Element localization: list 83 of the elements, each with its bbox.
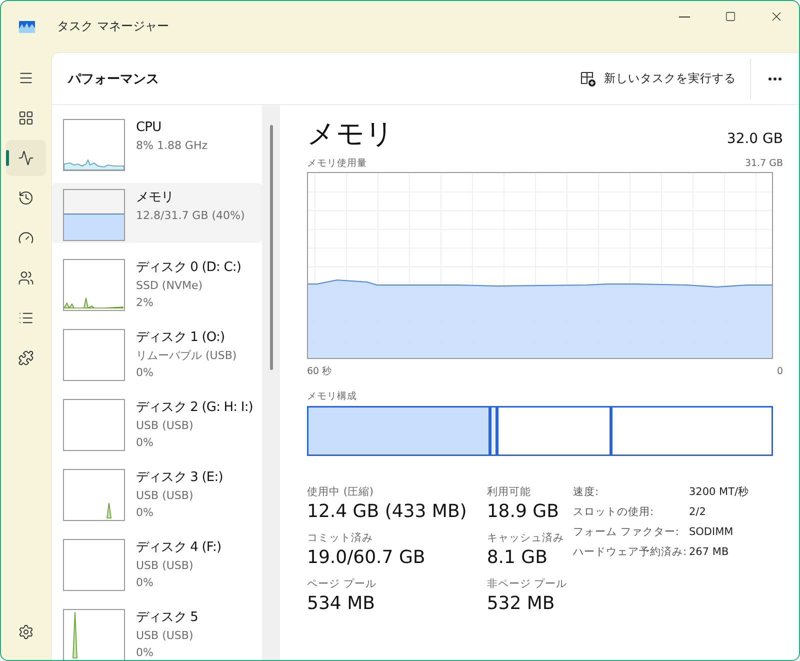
device-usage: 0% [136,435,154,450]
device-name: CPU [136,119,162,136]
graph-max: 31.7 GB [744,157,783,170]
disk-graph [63,399,125,451]
run-task-button[interactable]: 新しいタスクを実行する [570,60,746,96]
history-icon [18,190,34,206]
graph-time-end: 0 [776,365,783,378]
grid-icon [18,110,34,126]
disk-graph [63,259,125,311]
scrollbar-thumb[interactable] [270,125,272,370]
stat-label: ページ プール [307,577,378,592]
users-icon [18,270,34,286]
device-usage: 0% [136,505,154,520]
property-label: ハードウェア予約済み: [573,545,688,560]
gauge-icon [18,230,34,246]
page-title: パフォーマンス [68,70,160,88]
device-name: メモリ [136,189,175,206]
device-name: ディスク 1 (O:) [136,329,226,346]
device-item[interactable]: ディスク 3 (E:) USB (USB) 0% [52,463,262,523]
resource-title: メモリ [307,117,394,151]
graph-time-start: 60 秒 [307,365,332,378]
device-info: 8% 1.88 GHz [136,138,208,153]
property-value: SODIMM [689,525,734,540]
property-label: フォーム ファクター: [573,525,680,540]
device-item[interactable]: ディスク 4 (F:) USB (USB) 0% [52,533,262,593]
property-value: 3200 MT/秒 [689,485,750,500]
disk-graph [63,329,125,381]
disk-graph [63,539,125,591]
device-usage: 0% [136,645,154,660]
device-item[interactable]: ディスク 5 USB (USB) 0% [52,603,262,660]
stat-value: 12.4 GB (433 MB) [307,500,467,524]
device-usage: 0% [136,575,154,590]
stat-value: 18.9 GB [486,500,560,524]
stat-label: コミット済み [307,531,374,546]
stat-value: 8.1 GB [486,546,548,570]
property-value: 2/2 [689,505,707,520]
property-label: スロットの使用: [573,505,655,520]
property-label: 速度: [573,485,600,500]
device-name: ディスク 4 (F:) [136,539,222,556]
device-usage: 0% [136,365,154,380]
add-window-icon [580,70,596,86]
device-info: リムーバブル (USB) [136,348,237,363]
memory-total: 32.0 GB [726,131,783,147]
stat-label: 利用可能 [486,485,532,500]
device-item[interactable]: ディスク 2 (G: H: I:) USB (USB) 0% [52,393,262,453]
device-info: USB (USB) [136,488,194,503]
memory-graph [63,189,125,241]
device-item[interactable]: CPU 8% 1.88 GHz [52,113,262,173]
window-title: タスク マネージャー [57,18,170,35]
device-name: ディスク 5 [136,609,198,626]
app-icon [19,20,35,32]
device-item[interactable]: ディスク 1 (O:) リムーバブル (USB) 0% [52,323,262,383]
device-info: USB (USB) [136,628,194,643]
more-icon [768,76,782,80]
device-info: 12.8/31.7 GB (40%) [136,208,245,223]
stat-value: 19.0/60.7 GB [307,546,426,570]
device-usage: 2% [136,295,154,310]
device-info: SSD (NVMe) [136,278,204,293]
menu-icon [18,70,34,86]
device-item[interactable]: メモリ 12.8/31.7 GB (40%) [52,183,262,243]
device-item[interactable]: ディスク 0 (D: C:) SSD (NVMe) 2% [52,253,262,313]
stat-label: 使用中 (圧縮) [307,485,375,500]
device-info: USB (USB) [136,418,194,433]
device-name: ディスク 0 (D: C:) [136,259,242,276]
pulse-icon [18,150,34,166]
puzzle-icon [18,350,34,366]
stat-value: 532 MB [486,592,556,616]
device-info: USB (USB) [136,558,194,573]
cpu-graph [63,119,125,171]
stat-value: 534 MB [307,592,376,616]
composition-label: メモリ構成 [307,390,357,403]
device-name: ディスク 2 (G: H: I:) [136,399,253,416]
disk-graph [63,609,125,660]
graph-label: メモリ使用量 [307,157,367,170]
stat-label: 非ページ プール [486,577,568,592]
disk-graph [63,469,125,521]
device-name: ディスク 3 (E:) [136,469,223,486]
stat-label: キャッシュ済み [486,531,565,546]
property-value: 267 MB [689,545,730,560]
selection-indicator [6,150,9,166]
maximize-icon [724,11,736,22]
minimize-icon [678,16,690,18]
settings-icon [18,624,34,640]
